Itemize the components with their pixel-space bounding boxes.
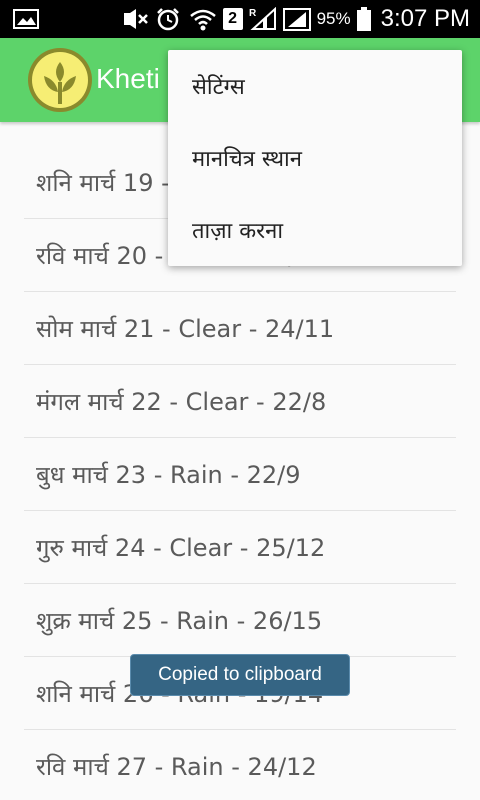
sim-2-icon: 2: [222, 8, 243, 30]
clock: 3:07 PM: [380, 5, 470, 32]
status-bar: 2 R 95% 3:07 PM: [0, 0, 480, 38]
image-icon: [12, 7, 40, 35]
menu-item-map-location[interactable]: मानचित्र स्थान: [168, 122, 462, 194]
list-item[interactable]: शुक्र मार्च 25 - Rain - 26/15: [24, 584, 456, 657]
signal-icon: [282, 7, 311, 31]
leaf-icon: [32, 52, 88, 108]
list-item[interactable]: गुरु मार्च 24 - Clear - 25/12: [24, 511, 456, 584]
battery-percent: 95%: [316, 9, 351, 28]
list-item[interactable]: मंगल मार्च 22 - Clear - 22/8: [24, 365, 456, 438]
app-title: Kheti: [96, 63, 160, 94]
list-item[interactable]: सोम मार्च 21 - Clear - 24/11: [24, 292, 456, 365]
mute-icon: [121, 7, 149, 31]
app-logo: [28, 48, 92, 112]
svg-text:R: R: [249, 8, 257, 19]
menu-item-settings[interactable]: सेटिंग्स: [168, 50, 462, 122]
toast-message: Copied to clipboard: [130, 654, 350, 696]
battery-icon: [356, 7, 371, 31]
alarm-icon: [155, 7, 183, 31]
wifi-icon: [189, 7, 217, 31]
signal-icon: R: [249, 6, 277, 31]
menu-item-refresh[interactable]: ताज़ा करना: [168, 194, 462, 266]
list-item[interactable]: बुध मार्च 23 - Rain - 22/9: [24, 438, 456, 511]
list-item[interactable]: रवि मार्च 27 - Rain - 24/12: [24, 730, 456, 800]
overflow-menu: सेटिंग्स मानचित्र स्थान ताज़ा करना: [168, 50, 462, 266]
